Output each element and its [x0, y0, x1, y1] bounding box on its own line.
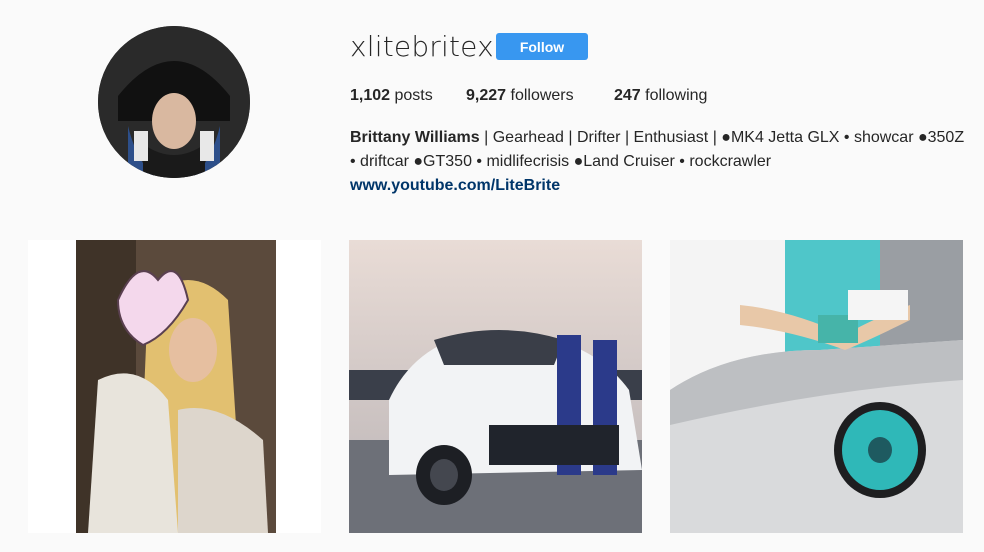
avatar-image	[98, 26, 250, 178]
post-thumbnail[interactable]	[670, 240, 963, 533]
bio-link[interactable]: www.youtube.com/LiteBrite	[350, 174, 970, 198]
post-image	[28, 240, 321, 533]
following-count: 247	[614, 87, 641, 104]
posts-count: 1,102	[350, 87, 391, 104]
posts-label: posts	[394, 87, 433, 104]
bio-name: Brittany Williams	[350, 129, 480, 146]
post-thumbnail[interactable]	[28, 240, 321, 533]
following-stat[interactable]: 247 following	[614, 87, 707, 105]
followers-count: 9,227	[466, 87, 507, 104]
profile-username: xlitebritex	[350, 30, 494, 63]
following-label: following	[645, 87, 708, 104]
post-image	[670, 240, 963, 533]
profile-bio: Brittany Williams | Gearhead | Drifter |…	[350, 126, 970, 198]
profile-avatar[interactable]	[98, 26, 250, 178]
post-thumbnail[interactable]	[349, 240, 642, 533]
followers-stat[interactable]: 9,227 followers	[466, 87, 574, 105]
posts-stat: 1,102 posts	[350, 87, 433, 105]
follow-button[interactable]: Follow	[496, 33, 588, 60]
post-image	[349, 240, 642, 533]
followers-label: followers	[510, 87, 574, 104]
